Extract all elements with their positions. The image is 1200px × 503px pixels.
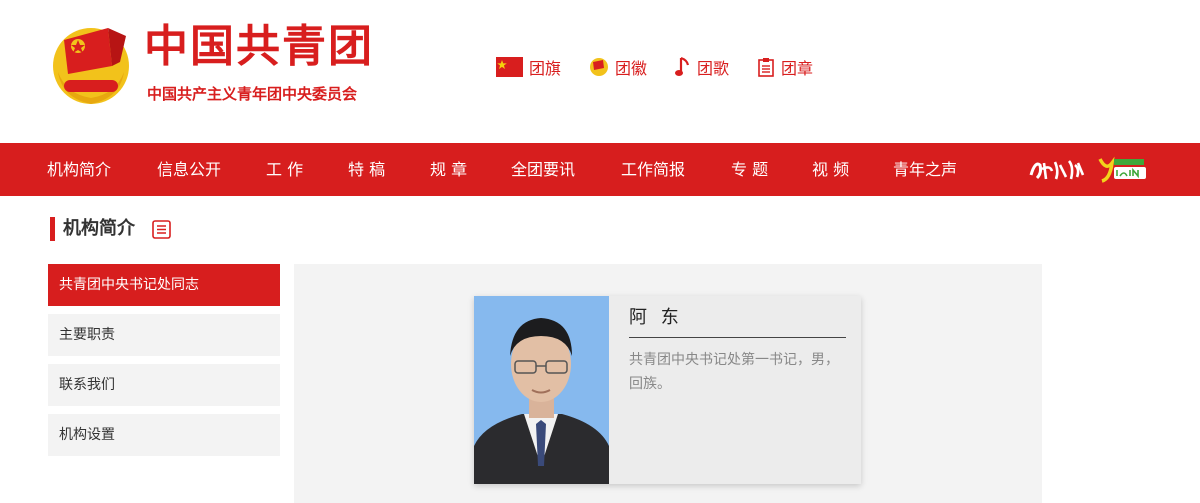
nav-item-briefings[interactable]: 工作简报 (621, 143, 685, 196)
section-title: 机构简介 (63, 218, 135, 239)
nav-item-about[interactable]: 机构简介 (47, 143, 111, 196)
flag-icon (496, 57, 523, 77)
nav-item-work[interactable]: 工 作 (266, 143, 303, 196)
document-icon (758, 58, 774, 77)
china-youth-daily-logo[interactable] (1028, 157, 1086, 183)
league-emblem-label: 团徽 (615, 59, 648, 78)
main-nav: 机构简介 信息公开 工 作 特 稿 规 章 全团要讯 工作简报 专 题 视 频 … (0, 143, 1200, 196)
nav-item-features[interactable]: 特 稿 (348, 143, 385, 196)
league-song-label: 团歌 (697, 59, 730, 78)
sidebar-item-contact-us[interactable]: 联系我们 (48, 364, 280, 406)
sidebar-menu: 共青团中央书记处同志 主要职责 联系我们 机构设置 (48, 264, 280, 464)
nav-item-video[interactable]: 视 频 (812, 143, 849, 196)
profile-name: 阿 东 (629, 307, 683, 328)
section-title-accent (50, 217, 55, 241)
profile-description: 共青团中央书记处第一书记，男，回族。 (629, 352, 839, 392)
league-constitution-link[interactable]: 团章 (757, 55, 813, 79)
sidebar-item-org-structure[interactable]: 机构设置 (48, 414, 280, 456)
league-constitution-label: 团章 (781, 59, 814, 78)
league-flag-link[interactable]: 团旗 (496, 55, 561, 79)
sidebar-item-main-duties[interactable]: 主要职责 (48, 314, 280, 356)
symbol-links: 团旗 团徽 团歌 团章 (496, 53, 841, 81)
site-title: 中国共青团 (144, 21, 374, 72)
name-divider (629, 337, 846, 338)
nav-item-regulations[interactable]: 规 章 (430, 143, 467, 196)
sidebar-item-secretariat[interactable]: 共青团中央书记处同志 (48, 264, 280, 306)
league-emblem-link[interactable]: 团徽 (589, 55, 647, 79)
nav-item-topics[interactable]: 专 题 (731, 143, 768, 196)
nav-item-league-news[interactable]: 全团要讯 (511, 143, 575, 196)
league-flag-label: 团旗 (529, 59, 562, 78)
emblem-icon (590, 58, 609, 76)
music-note-icon (675, 56, 690, 76)
youth-cn-logo[interactable] (1098, 155, 1148, 185)
league-song-link[interactable]: 团歌 (675, 55, 729, 79)
list-card-icon (152, 220, 171, 239)
site-header: 中国共青团 中国共产主义青年团中央委员会 团旗 团徽 团歌 团章 (0, 0, 1200, 143)
nav-item-youth-voice[interactable]: 青年之声 (893, 143, 957, 196)
youth-league-emblem-logo[interactable] (50, 22, 132, 106)
site-subtitle: 中国共产主义青年团中央委员会 (147, 85, 358, 103)
profile-photo[interactable] (474, 296, 609, 484)
nav-item-info-disclosure[interactable]: 信息公开 (157, 143, 221, 196)
